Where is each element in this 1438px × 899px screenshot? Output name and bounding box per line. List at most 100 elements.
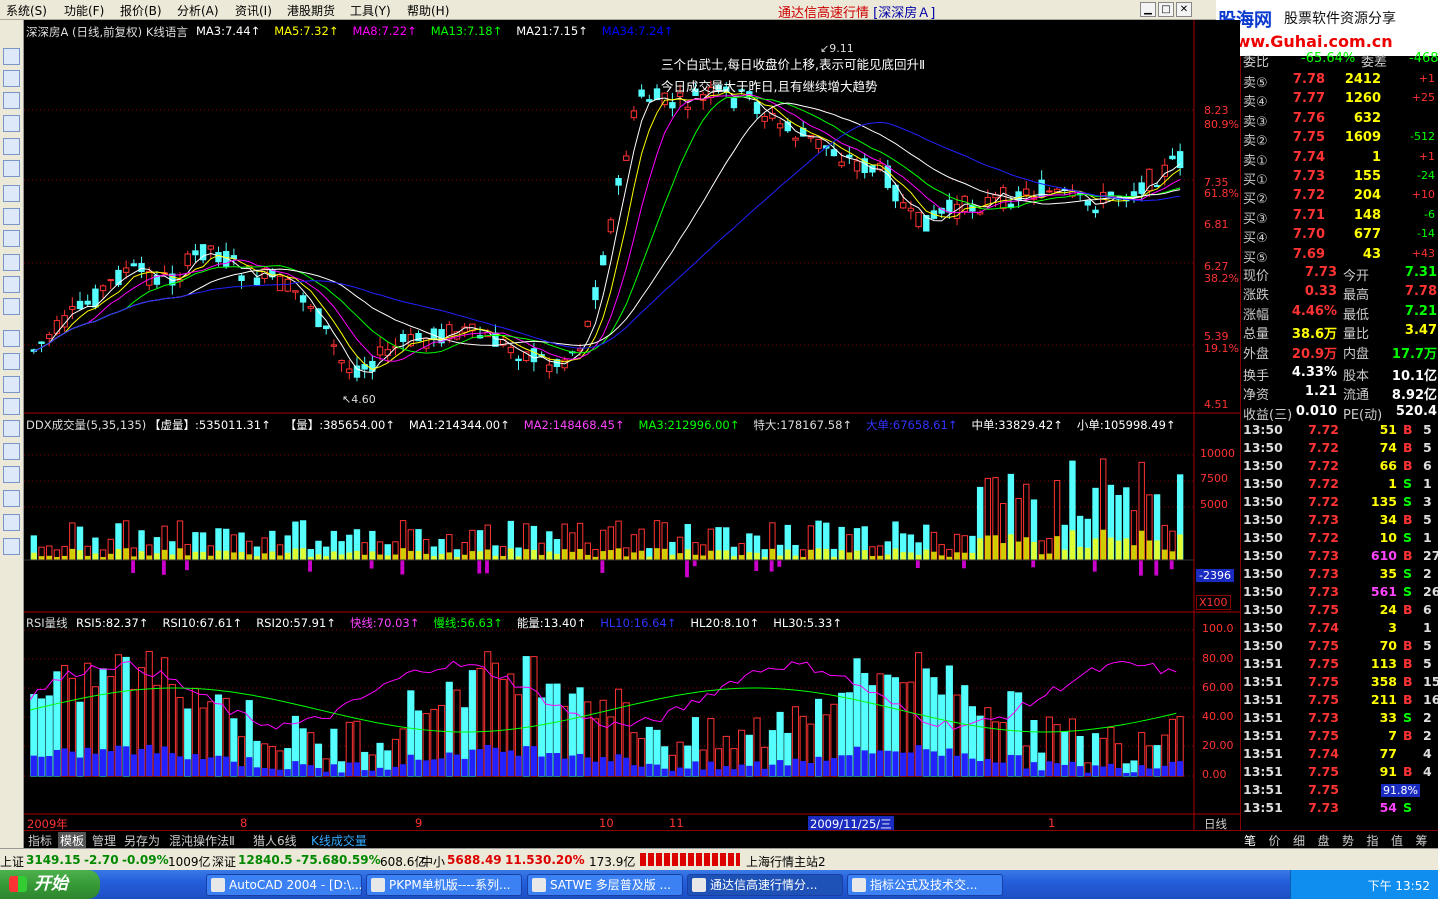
menu-function[interactable]: 功能(F) xyxy=(64,2,104,19)
right-tab-5[interactable]: 指 xyxy=(1367,832,1379,849)
search-icon[interactable] xyxy=(3,276,20,293)
menu-info[interactable]: 资讯(I) xyxy=(235,2,272,19)
menu-tools[interactable]: 工具(Y) xyxy=(350,2,391,19)
window-icon[interactable] xyxy=(3,48,20,65)
settings-icon[interactable] xyxy=(3,398,20,415)
tick-row[interactable]: 13:51 7.75 7 B 2 xyxy=(1241,728,1438,746)
rsi-inner-bar xyxy=(300,764,307,776)
tick-row[interactable]: 13:51 7.75 113 B 5 xyxy=(1241,656,1438,674)
tick-row[interactable]: 13:50 7.72 66 B 6 xyxy=(1241,458,1438,476)
volume-inner-bar xyxy=(131,556,137,560)
maximize-icon[interactable]: □ xyxy=(1158,2,1174,17)
right-tab-7[interactable]: 筹 xyxy=(1416,832,1428,849)
right-tab-2[interactable]: 细 xyxy=(1293,832,1305,849)
menu-quote[interactable]: 报价(B) xyxy=(120,2,162,19)
wrench-icon[interactable] xyxy=(3,443,20,460)
tick-row[interactable]: 13:51 7.73 54 S xyxy=(1241,800,1438,818)
right-tab-0[interactable]: 笔 xyxy=(1244,832,1256,849)
tick-row[interactable]: 13:50 7.73 35 S 2 xyxy=(1241,566,1438,584)
tick-row[interactable]: 13:51 7.75 91 B 4 xyxy=(1241,764,1438,782)
tick-row[interactable]: 13:51 7.75 358 B 15 xyxy=(1241,674,1438,692)
chart-icon[interactable] xyxy=(3,92,20,109)
task-button[interactable]: AutoCAD 2004 - [D:\... xyxy=(206,874,362,896)
tick-row[interactable]: 13:50 7.75 24 B 6 xyxy=(1241,602,1438,620)
rsi-inner-bar xyxy=(115,745,122,776)
tab-2[interactable]: 管理 xyxy=(90,832,118,849)
tick-row[interactable]: 13:50 7.72 10 S 1 xyxy=(1241,530,1438,548)
tick-price: 7.75 xyxy=(1308,782,1339,797)
volume-neg-bar xyxy=(915,560,920,569)
tick-row[interactable]: 13:50 7.72 74 B 5 xyxy=(1241,440,1438,458)
right-tab-4[interactable]: 势 xyxy=(1342,832,1354,849)
task-button[interactable]: PKPM单机版----系列... xyxy=(366,874,522,896)
tick-row[interactable]: 13:50 7.73 561 S 26 xyxy=(1241,584,1438,602)
tick-row[interactable]: 13:51 7.75 211 B 16 xyxy=(1241,692,1438,710)
tab-4[interactable]: 混沌操作法Ⅱ xyxy=(167,832,237,849)
order-level: 卖④ xyxy=(1243,95,1268,111)
tab-1[interactable]: 模板 xyxy=(58,832,87,849)
start-button[interactable]: 开始 xyxy=(0,870,100,899)
close-icon[interactable]: ✕ xyxy=(1176,2,1192,17)
tab-0[interactable]: 指标 xyxy=(26,832,54,849)
rsi-inner-bar xyxy=(607,761,614,776)
tick-row[interactable]: 13:50 7.72 1 S 1 xyxy=(1241,476,1438,494)
macd-icon[interactable] xyxy=(3,330,20,347)
index-price: 12840.5 xyxy=(238,853,293,867)
arrows-icon[interactable] xyxy=(3,466,20,483)
finance-icon[interactable] xyxy=(3,254,20,271)
rsi-inner-bar xyxy=(769,764,776,776)
tick-side: S xyxy=(1403,530,1413,545)
rsi-inner-bar xyxy=(515,755,522,776)
up-arrow-icon[interactable] xyxy=(3,514,20,531)
candle-icon[interactable] xyxy=(3,115,20,132)
tick-row[interactable]: 13:50 7.72 135 S 3 xyxy=(1241,494,1438,512)
tick-row[interactable]: 13:50 7.73 34 B 5 xyxy=(1241,512,1438,530)
candle-body xyxy=(730,98,738,109)
right-tab-3[interactable]: 盘 xyxy=(1318,832,1330,849)
news-icon[interactable] xyxy=(3,138,20,155)
compare-icon[interactable] xyxy=(3,160,20,177)
right-tab-1[interactable]: 价 xyxy=(1269,832,1281,849)
list-icon[interactable] xyxy=(3,70,20,87)
candle-body xyxy=(338,360,345,364)
stats-icon[interactable] xyxy=(3,376,20,393)
rsi-icon[interactable] xyxy=(3,353,20,370)
task-button[interactable]: 通达信高速行情分... xyxy=(687,874,843,896)
chart-area[interactable]: 深深房A (日线,前复权) K线语言 MA3:7.44↑ MA5:7.32↑ MA8… xyxy=(24,20,1240,832)
tab-5[interactable]: 猎人6线 xyxy=(251,832,299,849)
menu-hk-futures[interactable]: 港股期货 xyxy=(287,2,335,19)
people-icon[interactable] xyxy=(3,230,20,247)
stat-value: 20.9万 xyxy=(1291,346,1337,362)
task-label: AutoCAD 2004 - [D:\... xyxy=(229,878,362,892)
etf-icon[interactable] xyxy=(3,298,20,315)
tick-row[interactable]: 13:50 7.75 70 B 5 xyxy=(1241,638,1438,656)
rsi-inner-bar xyxy=(823,760,830,776)
tick-row[interactable]: 13:50 7.74 3 1 xyxy=(1241,620,1438,638)
pen-icon[interactable] xyxy=(3,490,20,507)
right-tab-6[interactable]: 值 xyxy=(1391,832,1403,849)
money-icon[interactable] xyxy=(3,420,20,437)
menu-system[interactable]: 系统(S) xyxy=(6,2,47,19)
tick-row[interactable]: 13:51 7.74 77 4 xyxy=(1241,746,1438,764)
tab-3[interactable]: 另存为 xyxy=(122,832,162,849)
mail-icon[interactable] xyxy=(3,208,20,225)
menu-help[interactable]: 帮助(H) xyxy=(407,2,449,19)
tick-volume: 33 xyxy=(1379,710,1397,725)
tick-price: 7.73 xyxy=(1308,710,1339,725)
rsi-inner-bar xyxy=(530,746,537,776)
menu-analysis[interactable]: 分析(A) xyxy=(177,2,219,19)
report-icon[interactable] xyxy=(3,185,20,202)
tab-6[interactable]: K线成交量 xyxy=(309,832,369,849)
volume-inner-bar xyxy=(338,554,345,560)
task-button[interactable]: 指标公式及技术交... xyxy=(847,874,1003,896)
rsi-inner-bar xyxy=(207,757,214,776)
minimize-icon[interactable]: ▁ xyxy=(1140,2,1156,17)
tick-row[interactable]: 13:50 7.73 610 B 27 xyxy=(1241,548,1438,566)
ma-label: MA5:7.32↑ xyxy=(274,24,339,38)
tick-row[interactable]: 13:51 7.73 33 S 2 xyxy=(1241,710,1438,728)
tick-row[interactable]: 13:50 7.72 51 B 5 xyxy=(1241,422,1438,440)
down-arrow-icon[interactable] xyxy=(3,538,20,555)
volume-inner-bar xyxy=(692,554,699,560)
task-button[interactable]: SATWE 多层普及版 ... xyxy=(527,874,683,896)
rsi-inner-bar xyxy=(761,768,768,776)
